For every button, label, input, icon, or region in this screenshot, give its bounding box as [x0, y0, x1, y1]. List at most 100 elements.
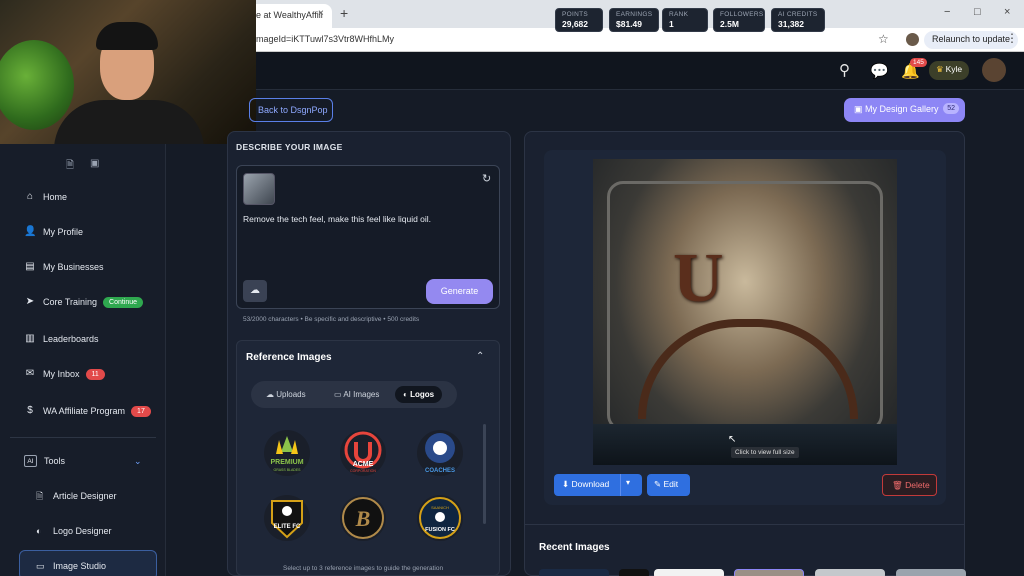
stat-label: EARNINGS	[616, 11, 653, 18]
logo-elite-text: ELITE FC	[274, 524, 301, 530]
logo-coaches[interactable]: COACHES	[417, 430, 463, 476]
recent-thumbnail[interactable]	[539, 569, 609, 576]
stat-value: $81.49	[616, 19, 642, 29]
back-button[interactable]: Back to DsgnPop	[249, 98, 333, 122]
image-tech-strip	[593, 424, 897, 465]
sidebar-item-affiliate[interactable]: $ WA Affiliate Program 17	[24, 401, 151, 421]
edit-button[interactable]: ✎ Edit	[647, 474, 690, 496]
logo-fusion-text: FUSION FC	[425, 527, 455, 533]
user-icon: 👤	[24, 226, 37, 237]
sidebar-subitem-label: Article Designer	[53, 491, 117, 501]
search-icon[interactable]: ⚲	[839, 61, 850, 79]
design-gallery-button[interactable]: ▣ My Design Gallery 52	[844, 98, 965, 122]
comment-icon[interactable]: ▣	[90, 158, 99, 169]
dollar-icon: $	[27, 405, 33, 416]
tab-close-icon[interactable]: ×	[318, 8, 324, 19]
logo-fusion-fc[interactable]: SAANICH FUSION FC	[417, 495, 463, 541]
extension-avatar-icon[interactable]	[906, 33, 919, 46]
sidebar: 🗎 ▣	[0, 144, 166, 576]
stat-label: FOLLOWERS	[720, 11, 764, 18]
character-count: 53/2000 characters • Be specific and des…	[243, 316, 420, 323]
fusion-fc-logo-art: SAANICH FUSION FC	[419, 497, 461, 539]
image-icon: ▭	[334, 390, 344, 399]
recent-thumbnail[interactable]	[815, 569, 885, 576]
logo-premium-sub: GRASS BLADES	[273, 468, 301, 472]
upload-cloud-icon[interactable]: ☁	[243, 280, 267, 302]
sidebar-item-home[interactable]: ⌂ Home	[24, 187, 67, 207]
logo-b-text: B	[355, 506, 371, 531]
recent-divider	[524, 524, 965, 525]
palette-icon: ◐	[36, 526, 42, 536]
sidebar-subitem-logo-designer[interactable]: ◐ Logo Designer	[36, 525, 112, 537]
stat-label: AI CREDITS	[778, 11, 818, 18]
recent-thumbnail[interactable]	[654, 569, 724, 576]
logo-b[interactable]: B	[340, 495, 386, 541]
continue-badge[interactable]: Continue	[103, 296, 144, 308]
prompt-text[interactable]: Remove the tech feel, make this feel lik…	[243, 214, 431, 224]
sidebar-item-training[interactable]: ➤ Core Training Continue	[24, 292, 144, 312]
new-tab-button[interactable]: +	[340, 5, 348, 21]
tab-logos[interactable]: ◐ Logos	[395, 386, 443, 403]
chevron-up-icon[interactable]: ⌃	[476, 351, 484, 362]
premium-logo-art: PREMIUM GRASS BLADES	[270, 436, 304, 472]
logo-coaches-text: COACHES	[425, 468, 455, 474]
stat-rank: RANK 1	[662, 8, 708, 32]
recent-thumbnail[interactable]	[896, 569, 966, 576]
attached-image-thumbnail[interactable]	[243, 173, 275, 205]
logo-acme[interactable]: ACME CORPORATION	[340, 430, 386, 476]
palette-icon: ◐	[403, 390, 411, 399]
tab-title: e at WealthyAffili	[256, 10, 323, 20]
sidebar-item-inbox[interactable]: ✉ My Inbox 11	[24, 364, 105, 384]
url-field[interactable]: mageId=iKTTuwl7s3Vtr8WHfhLMy	[256, 34, 394, 44]
generate-button[interactable]: Generate	[426, 279, 493, 304]
image-logo-shape: U	[673, 240, 724, 317]
coaches-logo-art: COACHES	[425, 433, 455, 474]
plant-shape	[0, 40, 74, 130]
browser-menu-icon[interactable]: ⋮	[1006, 31, 1018, 45]
reference-images-title: Reference Images	[246, 352, 332, 363]
stat-value: 29,682	[562, 19, 588, 29]
maximize-button[interactable]: □	[974, 6, 981, 18]
crown-icon: ♛	[936, 64, 944, 74]
download-button[interactable]: ⬇ Download ▾	[554, 474, 642, 496]
user-menu-button[interactable]: ♛ Kyle	[929, 61, 970, 80]
logos-scrollbar[interactable]	[483, 424, 486, 524]
logo-premium[interactable]: PREMIUM GRASS BLADES	[264, 430, 310, 476]
sidebar-item-label: My Businesses	[43, 262, 104, 272]
chevron-down-icon[interactable]: ⌄	[134, 456, 142, 467]
refresh-icon[interactable]: ↻	[482, 172, 491, 185]
sidebar-item-tools[interactable]: AI Tools	[24, 451, 65, 471]
b-logo-art: B	[342, 497, 384, 539]
avatar[interactable]	[982, 58, 1006, 82]
stat-value: 31,382	[778, 19, 804, 29]
sidebar-item-label: Home	[43, 192, 68, 202]
ai-tools-icon: AI	[24, 455, 37, 467]
presenter	[54, 22, 204, 144]
close-window-button[interactable]: ×	[1004, 6, 1010, 18]
sidebar-subitem-image-studio[interactable]: ▭ Image Studio	[36, 560, 106, 572]
tab-ai-images[interactable]: ▭ AI Images	[326, 386, 387, 403]
cloud-icon: ☁	[266, 390, 277, 399]
tab-uploads[interactable]: ☁ Uploads	[258, 386, 314, 403]
sidebar-item-businesses[interactable]: ▤ My Businesses	[24, 257, 104, 277]
logo-elite-fc[interactable]: ELITE FC	[264, 495, 310, 541]
generated-image[interactable]: U	[593, 159, 897, 465]
tab-label: Uploads	[276, 390, 306, 399]
sidebar-subitem-label: Logo Designer	[53, 526, 112, 536]
notification-badge: 145	[910, 58, 927, 67]
recent-thumbnail[interactable]	[734, 569, 804, 576]
chat-icon[interactable]: 💬	[870, 62, 889, 80]
sidebar-item-label: WA Affiliate Program	[43, 406, 126, 416]
recent-thumbnail[interactable]	[619, 569, 649, 576]
minimize-button[interactable]: −	[944, 6, 950, 18]
sidebar-subitem-article-designer[interactable]: 🗎 Article Designer	[36, 490, 117, 502]
sidebar-item-leaderboards[interactable]: ▥ Leaderboards	[24, 329, 98, 349]
sidebar-item-profile[interactable]: 👤 My Profile	[24, 222, 83, 242]
relaunch-button[interactable]: Relaunch to update	[924, 31, 1019, 49]
document-icon[interactable]: 🗎	[66, 158, 74, 175]
delete-button[interactable]: 🗑 Delete	[882, 474, 937, 496]
download-label: Download	[571, 479, 610, 489]
bookmark-star-icon[interactable]: ☆	[878, 32, 889, 46]
dropdown-caret-icon[interactable]: ▾	[626, 478, 630, 487]
sidebar-subitem-label: Image Studio	[53, 561, 107, 571]
